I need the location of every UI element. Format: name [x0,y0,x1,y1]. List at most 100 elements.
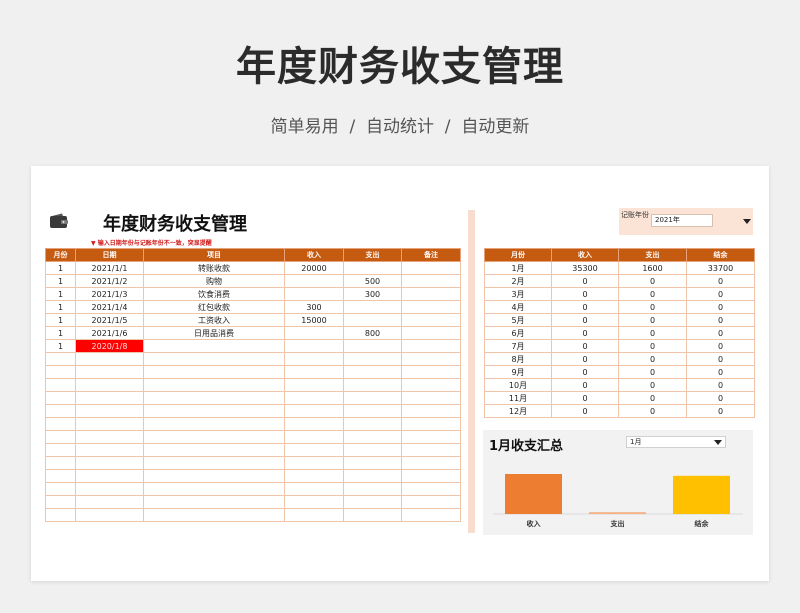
table-cell[interactable]: 300 [284,300,344,314]
table-cell[interactable]: 0 [686,326,755,340]
table-cell[interactable] [284,326,344,340]
table-cell[interactable]: 0 [618,274,687,288]
table-cell[interactable]: 0 [551,313,619,327]
table-cell[interactable]: 0 [686,365,755,379]
table-cell[interactable]: 1 [45,261,76,275]
table-cell[interactable] [45,378,76,392]
table-cell[interactable] [143,482,285,496]
table-cell[interactable]: 0 [686,339,755,353]
table-cell[interactable]: 0 [686,352,755,366]
table-cell[interactable]: 1 [45,300,76,314]
table-cell[interactable]: 800 [343,326,402,340]
table-cell[interactable]: 0 [551,352,619,366]
table-cell[interactable]: 购物 [143,274,285,288]
table-cell[interactable]: 33700 [686,261,755,275]
table-cell[interactable] [75,378,144,392]
table-cell[interactable]: 7月 [484,339,552,353]
table-cell[interactable]: 0 [618,287,687,301]
table-cell[interactable] [343,339,402,353]
table-cell[interactable] [401,287,461,301]
table-cell[interactable]: 0 [618,300,687,314]
table-cell[interactable]: 0 [686,300,755,314]
table-cell[interactable] [75,469,144,483]
table-cell[interactable]: 1 [45,326,76,340]
table-cell[interactable] [75,508,144,522]
table-cell[interactable]: 0 [686,313,755,327]
table-cell[interactable] [143,495,285,509]
table-cell[interactable] [343,261,402,275]
table-cell[interactable] [401,300,461,314]
table-cell[interactable] [401,339,461,353]
table-cell[interactable]: 饮食消费 [143,287,285,301]
table-cell[interactable]: 2020/1/8 [75,339,144,353]
table-cell[interactable] [401,456,461,470]
table-cell[interactable]: 0 [551,365,619,379]
table-cell[interactable]: 2月 [484,274,552,288]
table-cell[interactable]: 2021/1/2 [75,274,144,288]
table-cell[interactable]: 0 [618,391,687,405]
table-cell[interactable]: 1月 [484,261,552,275]
table-cell[interactable] [343,443,402,457]
table-cell[interactable] [75,404,144,418]
table-cell[interactable] [143,443,285,457]
table-cell[interactable]: 0 [551,378,619,392]
table-cell[interactable]: 0 [618,352,687,366]
table-cell[interactable] [45,443,76,457]
table-cell[interactable]: 红包收款 [143,300,285,314]
table-cell[interactable] [143,456,285,470]
table-cell[interactable] [401,274,461,288]
table-cell[interactable] [401,391,461,405]
table-cell[interactable]: 0 [686,287,755,301]
table-cell[interactable] [343,482,402,496]
table-cell[interactable]: 0 [686,378,755,392]
table-cell[interactable]: 2021/1/5 [75,313,144,327]
chevron-down-icon[interactable] [743,219,751,224]
table-cell[interactable] [143,365,285,379]
table-cell[interactable] [401,352,461,366]
table-cell[interactable]: 0 [551,404,619,418]
table-cell[interactable] [401,326,461,340]
table-cell[interactable]: 0 [618,378,687,392]
table-cell[interactable]: 15000 [284,313,344,327]
table-cell[interactable] [45,495,76,509]
table-cell[interactable]: 0 [551,326,619,340]
table-cell[interactable] [45,365,76,379]
table-cell[interactable] [45,430,76,444]
table-cell[interactable] [343,391,402,405]
table-cell[interactable]: 1 [45,287,76,301]
table-cell[interactable] [284,404,344,418]
table-cell[interactable]: 6月 [484,326,552,340]
table-cell[interactable]: 3月 [484,287,552,301]
table-cell[interactable] [343,456,402,470]
table-cell[interactable] [143,469,285,483]
table-cell[interactable]: 1600 [618,261,687,275]
table-cell[interactable] [401,417,461,431]
table-cell[interactable] [75,391,144,405]
table-cell[interactable]: 工资收入 [143,313,285,327]
table-cell[interactable]: 500 [343,274,402,288]
table-cell[interactable] [401,495,461,509]
table-cell[interactable] [401,261,461,275]
table-cell[interactable]: 1 [45,339,76,353]
table-cell[interactable] [401,378,461,392]
table-cell[interactable]: 0 [551,300,619,314]
table-cell[interactable]: 0 [618,326,687,340]
table-cell[interactable] [284,508,344,522]
table-cell[interactable]: 20000 [284,261,344,275]
table-cell[interactable]: 0 [686,274,755,288]
table-cell[interactable] [75,482,144,496]
table-cell[interactable]: 0 [551,391,619,405]
table-cell[interactable] [143,352,285,366]
table-cell[interactable] [75,443,144,457]
table-cell[interactable]: 8月 [484,352,552,366]
table-cell[interactable] [284,443,344,457]
table-cell[interactable]: 10月 [484,378,552,392]
table-cell[interactable]: 0 [551,339,619,353]
table-cell[interactable] [401,365,461,379]
table-cell[interactable] [343,495,402,509]
table-cell[interactable] [45,508,76,522]
table-cell[interactable] [401,469,461,483]
table-cell[interactable] [284,287,344,301]
table-cell[interactable] [143,417,285,431]
table-cell[interactable] [45,482,76,496]
